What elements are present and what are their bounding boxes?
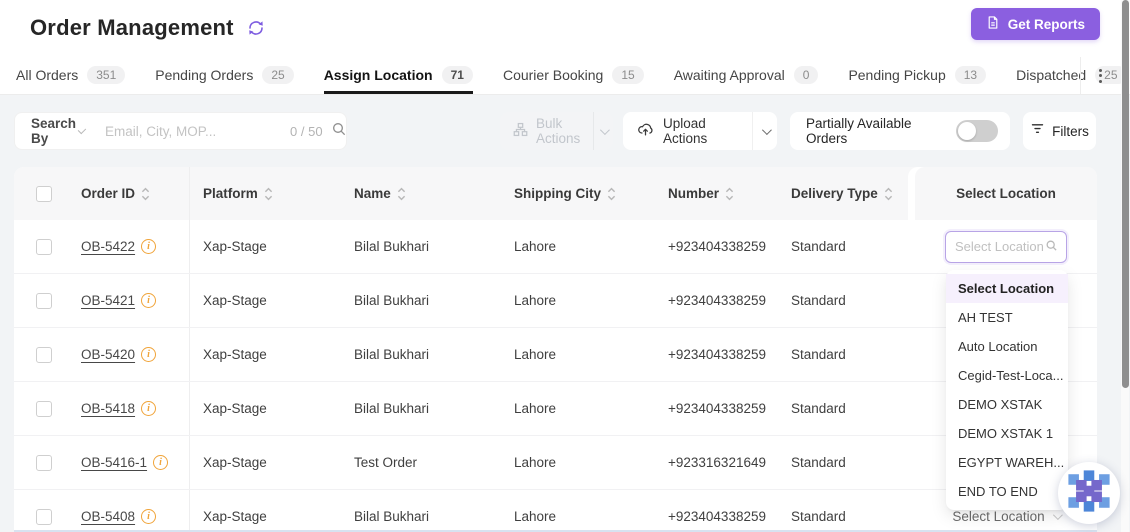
- order-id-link[interactable]: OB-5416-1: [81, 455, 147, 470]
- row-checkbox[interactable]: [36, 293, 52, 309]
- tab-count-badge: 351: [87, 66, 125, 84]
- tab-count-badge: 25: [262, 66, 293, 84]
- tab-count-badge: 15: [612, 66, 643, 84]
- order-id-link[interactable]: OB-5422: [81, 239, 135, 254]
- column-header-number[interactable]: Number: [644, 167, 779, 220]
- sort-icon: [264, 186, 273, 202]
- search-by-select[interactable]: Search By: [15, 116, 95, 146]
- sort-icon: [725, 186, 734, 202]
- info-icon[interactable]: i: [141, 239, 156, 254]
- vertical-scrollbar: [1121, 0, 1129, 532]
- search-icon[interactable]: [331, 121, 347, 142]
- sort-icon: [884, 186, 893, 202]
- select-location-search-input[interactable]: [955, 239, 1045, 254]
- column-header-platform[interactable]: Platform: [190, 167, 354, 220]
- dropdown-option[interactable]: Select Location: [946, 274, 1068, 303]
- tab-courier-booking[interactable]: Courier Booking15: [503, 56, 644, 94]
- dropdown-option[interactable]: EGYPT WAREH...: [946, 448, 1068, 477]
- select-location-combobox-open[interactable]: [945, 231, 1067, 263]
- table-row: OB-5420i Xap-Stage Bilal Bukhari Lahore …: [14, 328, 1097, 382]
- assistant-widget-button[interactable]: [1058, 462, 1120, 524]
- info-icon[interactable]: i: [141, 347, 156, 362]
- chevron-down-icon: [762, 125, 772, 135]
- search-char-counter: 0 / 50: [290, 124, 323, 139]
- dropdown-option[interactable]: Cegid-Test-Loca...: [946, 361, 1068, 390]
- info-icon[interactable]: i: [141, 293, 156, 308]
- dropdown-option[interactable]: DEMO XSTAK 1: [946, 419, 1068, 448]
- tab-assign-location[interactable]: Assign Location71: [324, 56, 473, 94]
- chevron-down-icon: [77, 125, 86, 134]
- row-checkbox[interactable]: [36, 239, 52, 255]
- order-id-link[interactable]: OB-5421: [81, 293, 135, 308]
- bulk-actions-dropdown-arrow[interactable]: [594, 128, 613, 135]
- search-input[interactable]: [105, 124, 282, 139]
- column-header-delivery-type[interactable]: Delivery Type: [779, 167, 915, 220]
- partially-available-toggle[interactable]: [956, 120, 998, 142]
- tab-bar: All Orders351 Pending Orders25 Assign Lo…: [16, 56, 1130, 94]
- order-id-link[interactable]: OB-5418: [81, 401, 135, 416]
- upload-actions-button[interactable]: Upload Actions: [623, 112, 777, 150]
- select-all-checkbox[interactable]: [36, 186, 52, 202]
- get-reports-button[interactable]: Get Reports: [971, 8, 1100, 40]
- refresh-icon[interactable]: [247, 19, 265, 37]
- info-icon[interactable]: i: [141, 401, 156, 416]
- dropdown-option[interactable]: END TO END: [946, 477, 1068, 506]
- table-row: OB-5421i Xap-Stage Bilal Bukhari Lahore …: [14, 274, 1097, 328]
- tab-all-orders[interactable]: All Orders351: [16, 56, 125, 94]
- dropdown-option[interactable]: DEMO XSTAK: [946, 390, 1068, 419]
- tab-awaiting-approval[interactable]: Awaiting Approval0: [674, 56, 819, 94]
- orders-table: Order ID Platform Name Shipping City Num…: [14, 167, 1097, 532]
- tab-count-badge: 13: [955, 66, 986, 84]
- upload-actions-dropdown-arrow[interactable]: [753, 128, 777, 135]
- chevron-down-icon: [600, 125, 610, 135]
- filters-button[interactable]: Filters: [1023, 112, 1096, 150]
- column-header-shipping-city[interactable]: Shipping City: [494, 167, 644, 220]
- order-id-link[interactable]: OB-5420: [81, 347, 135, 362]
- dropdown-option[interactable]: Auto Location: [946, 332, 1068, 361]
- info-icon[interactable]: i: [153, 455, 168, 470]
- tab-pending-pickup[interactable]: Pending Pickup13: [848, 56, 986, 94]
- search-icon: [1045, 239, 1058, 255]
- column-header-name[interactable]: Name: [354, 167, 494, 220]
- tab-pending-orders[interactable]: Pending Orders25: [155, 56, 293, 94]
- page-title: Order Management: [30, 15, 234, 41]
- dropdown-option[interactable]: AH TEST: [946, 303, 1068, 332]
- row-checkbox[interactable]: [36, 455, 52, 471]
- column-header-order-id[interactable]: Order ID: [72, 167, 190, 220]
- order-id-link[interactable]: OB-5408: [81, 509, 135, 524]
- upload-cloud-icon: [637, 121, 654, 141]
- row-checkbox[interactable]: [36, 347, 52, 363]
- search-group: Search By 0 / 50: [14, 112, 347, 150]
- more-tabs-button[interactable]: [1080, 57, 1120, 94]
- info-icon[interactable]: i: [141, 509, 156, 524]
- row-checkbox[interactable]: [36, 401, 52, 417]
- order-management-page: Order Management Get Reports All O: [0, 0, 1130, 532]
- table-row: OB-5422i Xap-Stage Bilal Bukhari Lahore …: [14, 220, 1097, 274]
- row-checkbox[interactable]: [36, 509, 52, 525]
- sort-icon: [397, 186, 406, 202]
- sitemap-icon: [513, 122, 528, 140]
- sort-icon: [607, 186, 616, 202]
- toolbar: Search By 0 / 50 Bulk Actions: [0, 112, 1130, 150]
- report-document-icon: [986, 15, 1000, 33]
- select-location-dropdown-panel: Select Location AH TEST Auto Location Ce…: [946, 270, 1068, 510]
- tab-count-badge: 71: [442, 66, 473, 84]
- column-header-select-location: Select Location: [915, 167, 1097, 220]
- sort-icon: [141, 186, 150, 202]
- chevron-down-icon: [1053, 510, 1063, 520]
- partially-available-orders-control: Partially Available Orders: [790, 112, 1010, 150]
- tab-count-badge: 0: [794, 66, 819, 84]
- bulk-actions-button[interactable]: Bulk Actions: [500, 112, 613, 150]
- top-bar: Order Management Get Reports All O: [0, 0, 1130, 95]
- scrollbar-thumb[interactable]: [1122, 0, 1129, 388]
- filter-icon: [1030, 121, 1045, 141]
- select-location-dropdown[interactable]: Select Location: [952, 509, 1059, 524]
- table-row: OB-5408i Xap-Stage Bilal Bukhari Lahore …: [14, 490, 1097, 532]
- table-row: OB-5418i Xap-Stage Bilal Bukhari Lahore …: [14, 382, 1097, 436]
- table-row: OB-5416-1i Xap-Stage Test Order Lahore +…: [14, 436, 1097, 490]
- table-header-row: Order ID Platform Name Shipping City Num…: [14, 167, 1097, 220]
- vertical-ellipsis-icon: [1099, 69, 1102, 83]
- asterisk-icon: [1066, 468, 1112, 519]
